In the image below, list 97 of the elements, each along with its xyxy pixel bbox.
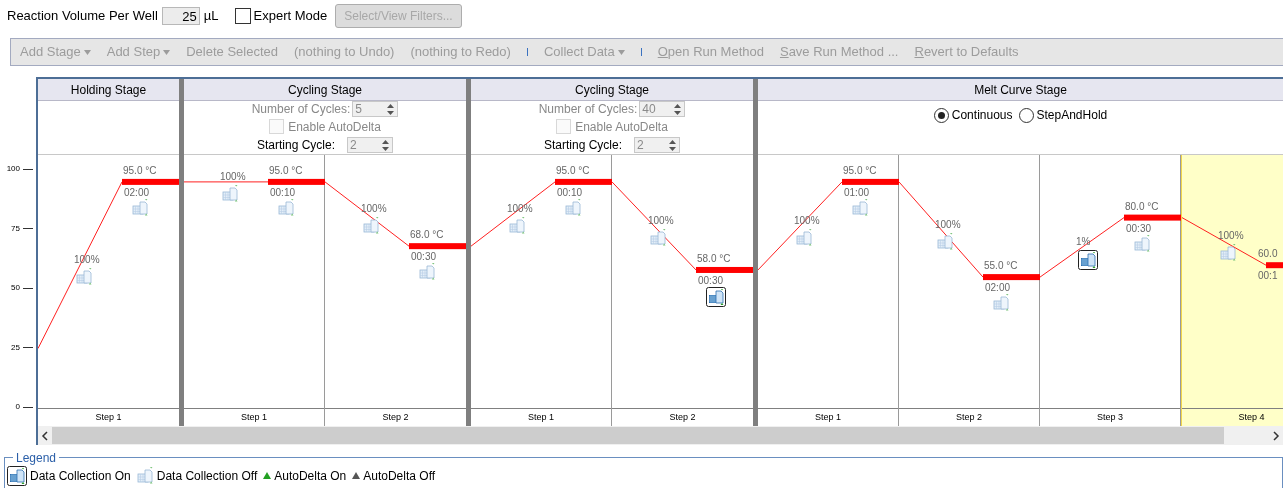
cycles-label: Number of Cycles: [251,101,351,118]
hold-time: 00:1 [1258,271,1278,282]
hold-temperature: 95.0 °C [843,165,877,176]
data-collection-off-icon[interactable] [222,184,239,202]
y-axis-tick-label: 50 [10,283,20,293]
step-label: Step 1 [815,413,841,422]
hold-time: 00:30 [411,252,437,263]
hold-bar[interactable] [983,274,1040,281]
step-label: Step 2 [669,413,696,422]
hold-temperature: 95.0 °C [556,165,590,176]
legend-title: Legend [16,451,57,465]
caret-icon [163,49,171,55]
hold-time: 01:00 [844,187,870,198]
legend-label: AutoDelta Off [363,467,436,485]
data-collection-off-icon[interactable] [650,228,667,246]
ramp-rate: 100% [361,204,387,214]
step-label: Step 4 [1238,413,1265,422]
stage-title: Melt Curve Stage [974,81,1067,99]
hold-bar[interactable] [1124,214,1181,221]
stage-title: Cycling Stage [287,81,362,99]
data-collection-off-icon[interactable] [852,198,869,216]
stage-title: Holding Stage [70,81,147,99]
data-collection-off-icon[interactable] [937,232,954,250]
ramp-rate: 100% [648,215,674,226]
reaction-volume-field[interactable]: 25 [161,7,200,25]
data-collection-off-icon[interactable] [1220,244,1237,262]
data-collection-off-icon[interactable] [796,228,813,246]
ramp-rate: 1% [1076,237,1091,248]
expert-mode-label: Expert Mode [253,7,328,26]
hold-bar[interactable] [409,243,466,250]
step-label: Step 1 [241,413,267,422]
caret-icon [617,49,625,55]
data-collection-off-icon[interactable] [565,198,582,216]
expert-mode-checkbox[interactable] [234,8,251,24]
mode-radio[interactable]: Continuous [933,107,1013,123]
ramp-rate: 100% [935,219,961,230]
y-axis-tick-label: 75 [10,223,20,234]
unit-label: µL [203,7,219,26]
auto-delta-label: Enable AutoDelta [288,118,381,136]
step-label: Step 2 [956,413,982,422]
data-collection-on-icon[interactable] [706,286,726,307]
data-collection-off-icon[interactable] [363,217,380,234]
hold-time: 00:30 [1126,223,1152,234]
caret-icon [83,49,91,55]
hold-temperature: 58.0 °C [697,253,731,264]
starting-cycle-label: Starting Cycle: [544,137,622,154]
data-collection-off-icon[interactable] [136,467,154,484]
stage-title: Cycling Stage [574,81,649,99]
hold-bar[interactable] [842,178,899,185]
auto-delta-label: Enable AutoDelta [575,118,668,136]
hold-temperature: 95.0 °C [123,165,157,176]
data-collection-off-icon[interactable] [509,217,526,234]
data-collection-on-icon[interactable] [7,465,27,486]
legend-label: AutoDelta On [274,467,347,485]
data-collection-off-icon[interactable] [993,294,1010,312]
step-column[interactable]: 100% 95.0 °C 00:10 Step 1 [184,155,325,426]
hold-bar[interactable] [122,178,179,185]
hold-temperature: 60.0 [1258,249,1278,260]
step-label: Step 1 [528,413,554,422]
y-axis-tick-label: 100 [5,164,20,174]
data-collection-off-icon[interactable] [132,198,149,216]
data-collection-off-icon[interactable] [278,198,295,216]
mode-radio[interactable]: StepAndHold [1018,107,1108,123]
ramp-rate: 100% [220,171,246,182]
reaction-volume-label: Reaction Volume Per Well [7,7,158,26]
step-column[interactable]: 100% 55.0 °C 02:00 Step 2 [899,155,1040,426]
ramp-rate: 100% [1218,231,1244,242]
step-label: Step 1 [95,413,122,422]
hold-bar[interactable] [268,178,325,185]
triangle-icon [263,472,272,479]
y-axis-tick-label: 0 [14,402,20,412]
hold-time: 00:10 [270,187,296,198]
legend-label: Data Collection On [30,467,131,485]
hold-temperature: 68.0 °C [410,230,444,241]
cycles-label: Number of Cycles: [538,101,638,118]
step-column[interactable]: 100% 60.0 00:1 Step 4 [1181,155,1283,426]
horizontal-scrollbar[interactable] [38,426,1283,445]
data-collection-off-icon[interactable] [1134,234,1151,252]
hold-bar[interactable] [696,266,753,273]
hold-temperature: 95.0 °C [269,165,303,176]
step-label: Step 2 [382,413,409,422]
hold-time: 02:00 [985,283,1011,294]
step-label: Step 3 [1097,413,1123,422]
legend-label: Data Collection Off [156,467,258,485]
hold-temperature: 80.0 °C [1125,201,1159,212]
data-collection-on-icon[interactable] [1078,250,1098,271]
data-collection-off-icon[interactable] [76,268,93,286]
y-axis-tick-label: 25 [10,342,20,353]
hold-temperature: 55.0 °C [984,261,1018,272]
hold-time: 02:00 [124,187,150,198]
data-collection-off-icon[interactable] [419,263,436,281]
triangle-icon [352,472,361,479]
hold-time: 00:10 [557,187,583,198]
hold-time: 00:30 [698,275,724,286]
starting-cycle-label: Starting Cycle: [257,137,335,154]
hold-bar[interactable] [555,178,612,185]
hold-bar[interactable] [1266,262,1283,269]
